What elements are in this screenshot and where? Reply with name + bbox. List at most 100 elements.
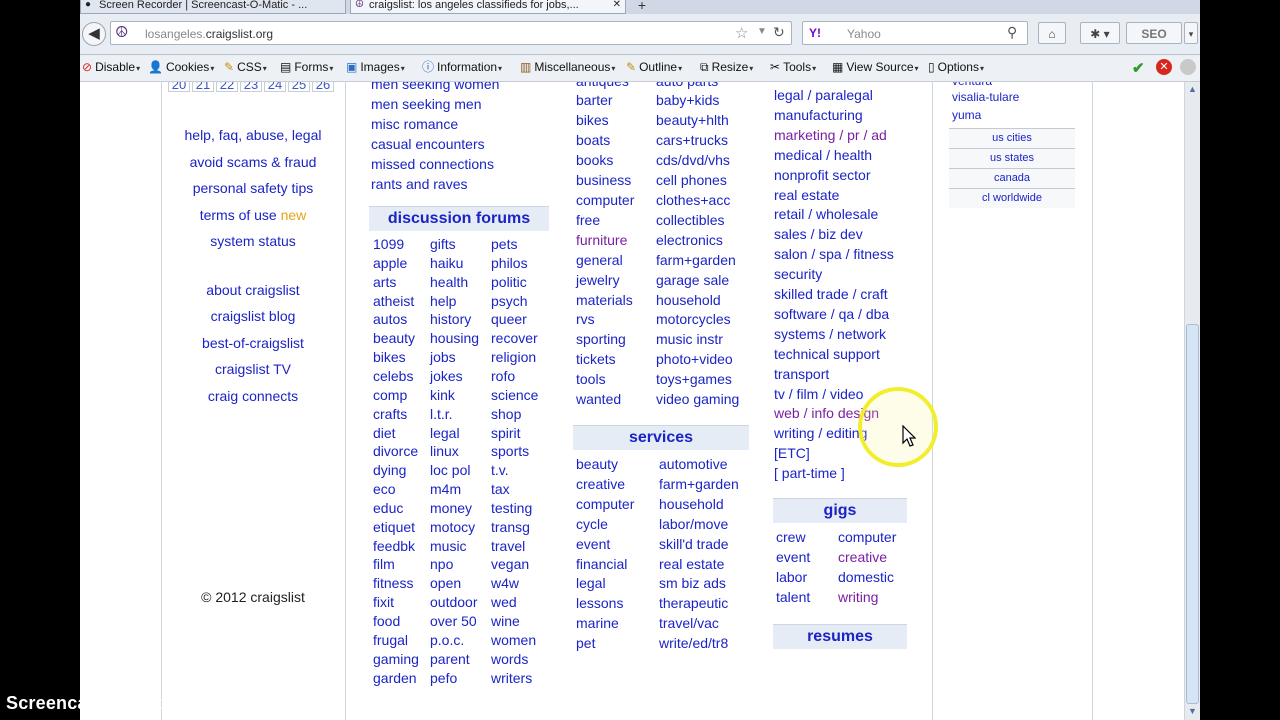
forum-link[interactable]: rofo [491,367,515,385]
forum-link[interactable]: gaming [373,650,419,668]
vertical-scrollbar[interactable]: ▲ ▼ [1184,82,1200,720]
forum-link[interactable]: jokes [430,367,463,385]
forum-link[interactable]: kink [430,386,455,404]
dev-disable-menu[interactable]: ⊘ Disable▾ [82,60,140,76]
jobs-link[interactable]: legal / paralegal [774,86,873,104]
forum-link[interactable]: testing [491,499,532,517]
gigs-link[interactable]: creative [838,548,887,566]
forum-link[interactable]: l.t.r. [430,405,453,423]
jobs-link[interactable]: retail / wholesale [774,205,878,223]
yahoo-engine-icon[interactable]: Y! [809,26,821,40]
for-sale-link[interactable]: tickets [576,350,616,368]
for-sale-link[interactable]: music instr [656,330,723,348]
forum-link[interactable]: over 50 [430,612,477,630]
services-link[interactable]: legal [576,574,606,592]
forum-link[interactable]: diet [373,424,396,442]
for-sale-link[interactable]: barter [576,91,613,109]
services-link[interactable]: therapeutic [659,594,728,612]
jobs-link[interactable]: tv / film / video [774,385,863,403]
services-header[interactable]: services [573,425,749,450]
back-button[interactable]: ◀ [82,22,106,46]
forum-link[interactable]: arts [373,273,396,291]
gigs-link[interactable]: computer [838,528,896,546]
jobs-link[interactable]: writing / editing [774,424,867,442]
services-link[interactable]: household [659,495,724,513]
forum-link[interactable]: words [491,650,528,668]
personals-link[interactable]: misc romance [371,115,458,133]
jobs-link[interactable]: real estate [774,186,839,204]
for-sale-link[interactable]: sporting [576,330,626,348]
gigs-link[interactable]: event [776,548,810,566]
calendar-day[interactable]: 24 [264,82,286,92]
terms-of-use-link[interactable]: terms of use new [162,207,344,223]
for-sale-link[interactable]: farm+garden [656,251,736,269]
services-link[interactable]: automotive [659,455,727,473]
discussion-forums-header[interactable]: discussion forums [369,206,549,231]
forum-link[interactable]: autos [373,310,407,328]
forum-link[interactable]: garden [373,669,417,687]
dev-images-menu[interactable]: ▣ Images▾ [346,60,405,76]
personals-link[interactable]: men seeking men [371,95,482,113]
scroll-thumb[interactable] [1186,324,1199,704]
forum-link[interactable]: celebs [373,367,413,385]
jobs-link[interactable]: medical / health [774,146,872,164]
forum-link[interactable]: educ [373,499,403,517]
seo-button[interactable]: SEO [1126,22,1182,44]
reload-icon[interactable]: ↻ [773,24,785,41]
forum-link[interactable]: beauty [373,329,415,347]
us-states-link[interactable]: us states [949,148,1075,168]
for-sale-link[interactable]: cell phones [656,171,727,189]
gigs-link[interactable]: talent [776,588,810,606]
validation-check-icon[interactable]: ✔ [1132,59,1145,77]
forum-link[interactable]: frugal [373,631,408,649]
calendar-day[interactable]: 20 [168,82,190,92]
avoid-scams-link[interactable]: avoid scams & fraud [162,154,344,170]
for-sale-link[interactable]: electronics [656,231,723,249]
calendar-day[interactable]: 25 [288,82,310,92]
for-sale-link[interactable]: wanted [576,390,621,408]
forum-link[interactable]: film [373,555,395,573]
forum-link[interactable]: open [430,574,461,592]
for-sale-link[interactable]: materials [576,291,633,309]
nearby-yuma-link[interactable]: yuma [952,108,981,122]
jobs-link[interactable]: nonprofit sector [774,166,871,184]
forum-link[interactable]: music [430,537,467,555]
forum-link[interactable]: politic [491,273,527,291]
forum-link[interactable]: w4w [491,574,519,592]
for-sale-link[interactable]: jewelry [576,271,620,289]
for-sale-link[interactable]: auto parts [656,82,718,90]
dev-forms-menu[interactable]: ▤ Forms▾ [280,60,333,76]
calendar-day[interactable]: 26 [312,82,334,92]
forum-link[interactable]: m4m [430,480,461,498]
dev-outline-menu[interactable]: ✎ Outline▾ [626,60,682,76]
for-sale-link[interactable]: video gaming [656,390,739,408]
for-sale-link[interactable]: baby+kids [656,91,719,109]
forum-link[interactable]: comp [373,386,407,404]
for-sale-link[interactable]: rvs [576,310,595,328]
forum-link[interactable]: religion [491,348,536,366]
cl-worldwide-link[interactable]: cl worldwide [949,188,1075,208]
jobs-link[interactable]: salon / spa / fitness [774,245,894,263]
services-link[interactable]: lessons [576,594,623,612]
forum-link[interactable]: haiku [430,254,463,272]
gigs-header[interactable]: gigs [773,498,907,523]
calendar-day[interactable]: 23 [240,82,262,92]
jobs-link[interactable]: manufacturing [774,106,863,124]
services-link[interactable]: travel/vac [659,614,719,632]
jobs-link[interactable]: [ETC] [774,444,810,462]
forum-link[interactable]: outdoor [430,593,477,611]
services-link[interactable]: real estate [659,555,724,573]
personals-link[interactable]: rants and raves [371,175,468,193]
new-tab-button[interactable]: + [628,0,656,14]
forum-link[interactable]: philos [491,254,528,272]
services-link[interactable]: cycle [576,515,608,533]
forum-link[interactable]: divorce [373,442,418,460]
for-sale-link[interactable]: boats [576,131,610,149]
forum-link[interactable]: parent [430,650,470,668]
services-link[interactable]: write/ed/tr8 [659,634,728,652]
for-sale-link[interactable]: clothes+acc [656,191,730,209]
forum-link[interactable]: spirit [491,424,521,442]
forum-link[interactable]: transg [491,518,530,536]
safety-tips-link[interactable]: personal safety tips [162,180,344,196]
forum-link[interactable]: psych [491,292,528,310]
